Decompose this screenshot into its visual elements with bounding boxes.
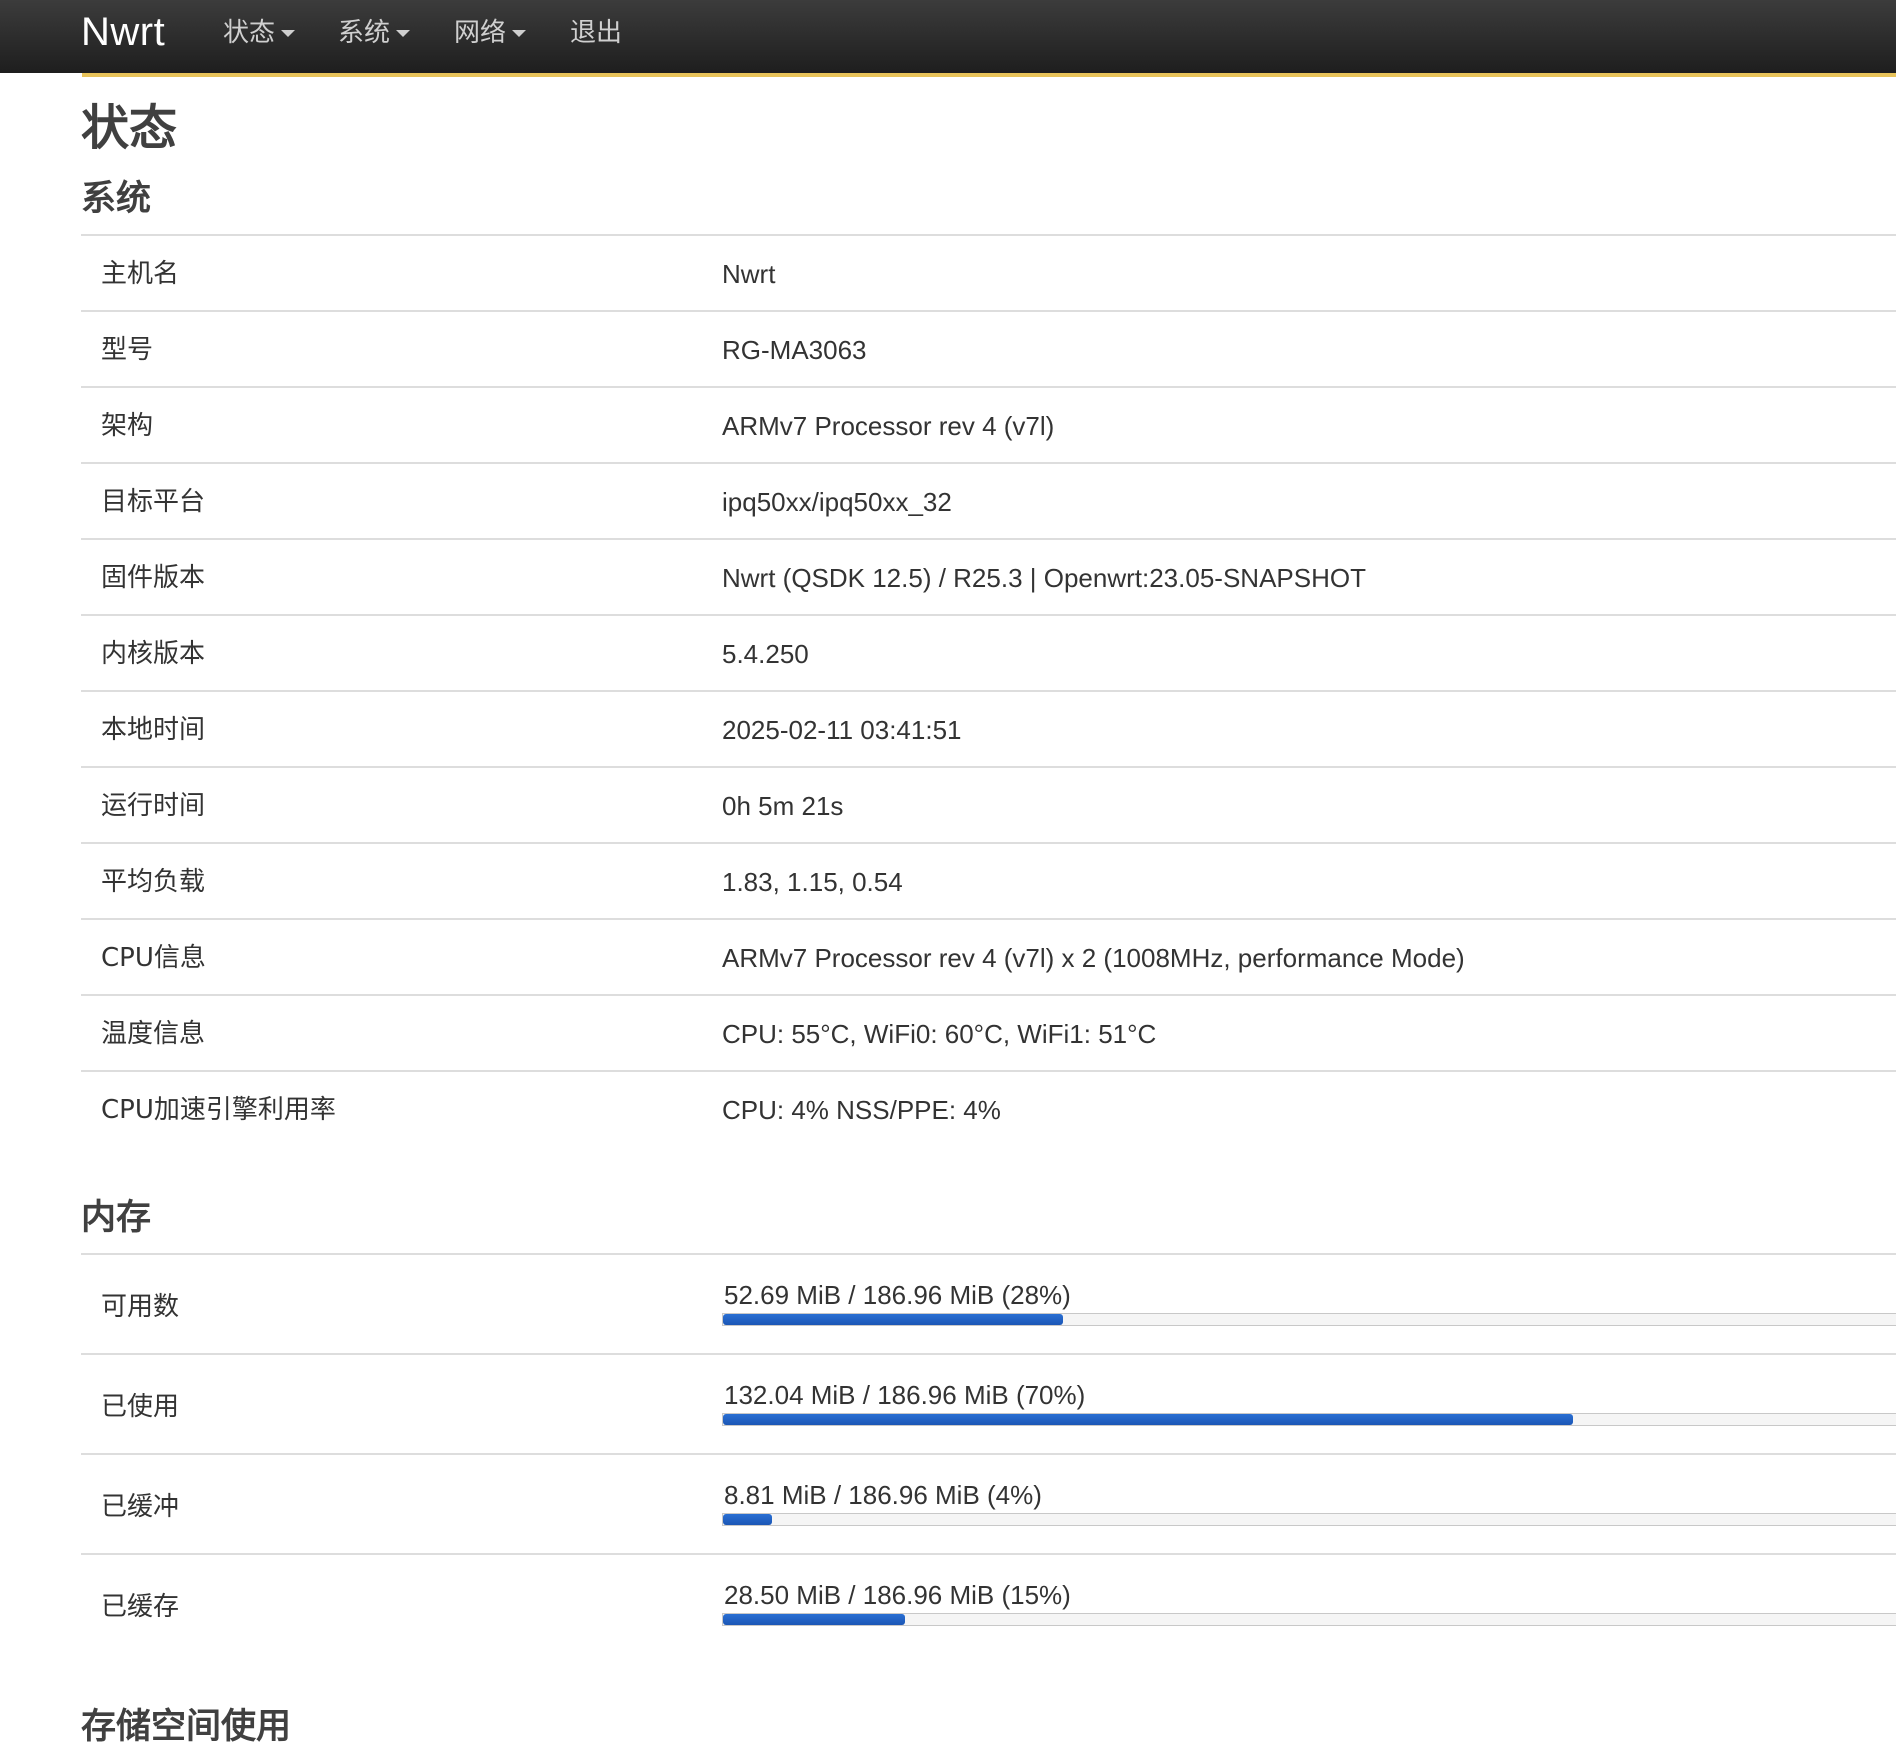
divider [81,994,1896,996]
info-row-label: CPU信息 [101,943,206,973]
top-navbar: Nwrt 状态 系统 网络 退出 [0,0,1896,73]
navbar-accent-line [82,73,1896,77]
info-row-label: 固件版本 [101,563,206,593]
divider [81,690,1896,692]
info-row-value: RG-MA3063 [722,335,867,365]
memory-row-label: 可用数 [101,1292,180,1322]
memory-bar-text: 132.04 MiB / 186.96 MiB (70%) [724,1380,1086,1410]
nav-menu-status[interactable]: 状态 [223,10,296,56]
nav-menu-system-label: 系统 [338,18,391,48]
info-row-value: CPU: 55°C, WiFi0: 60°C, WiFi1: 51°C [722,1019,1157,1049]
divider [81,1253,1896,1255]
info-row-label: 平均负载 [101,867,206,897]
memory-row-label: 已缓存 [101,1592,180,1622]
info-row-label: 内核版本 [101,639,206,669]
info-row-value: Nwrt (QSDK 12.5) / R25.3 | Openwrt:23.05… [722,563,1366,593]
divider [81,462,1896,464]
divider [81,1070,1896,1072]
memory-progress-fill [723,1614,905,1625]
info-row-value: 5.4.250 [722,639,809,669]
divider [81,310,1896,312]
divider [81,234,1896,236]
info-row-label: 运行时间 [101,791,206,821]
info-row-value: 0h 5m 21s [722,791,844,821]
memory-progress-bar [722,1313,1896,1326]
memory-row-label: 已缓冲 [101,1492,180,1522]
divider [81,918,1896,920]
info-row-value: ipq50xx/ipq50xx_32 [722,487,952,517]
memory-progress-fill [723,1314,1063,1325]
info-row-value: 1.83, 1.15, 0.54 [722,867,903,897]
memory-progress-fill [723,1514,772,1525]
info-row-label: 型号 [101,335,154,365]
info-row-value: ARMv7 Processor rev 4 (v7l) x 2 (1008MHz… [722,943,1465,973]
nav-logout[interactable]: 退出 [570,10,622,56]
nav-menu-network[interactable]: 网络 [454,10,527,56]
info-row-label: 本地时间 [101,715,206,745]
divider [81,842,1896,844]
info-row-value: Nwrt [722,259,776,289]
memory-progress-fill [723,1414,1573,1425]
caret-down-icon [281,30,296,37]
info-row-label: CPU加速引擎利用率 [101,1095,336,1125]
page-title: 状态 [81,100,178,156]
memory-progress-bar [722,1413,1896,1426]
info-row-label: 目标平台 [101,487,206,517]
info-row-value: ARMv7 Processor rev 4 (v7l) [722,411,1055,441]
divider [81,386,1896,388]
section-title-storage: 存储空间使用 [81,1707,292,1747]
divider [81,1353,1896,1355]
memory-progress-bar [722,1513,1896,1526]
nav-menu-status-label: 状态 [223,18,276,48]
memory-row-label: 已使用 [101,1392,180,1422]
info-row-label: 主机名 [101,259,180,289]
section-title-memory: 内存 [81,1198,152,1238]
brand-logo[interactable]: Nwrt [81,4,165,60]
info-row-value: 2025-02-11 03:41:51 [722,715,962,745]
info-row-label: 温度信息 [101,1019,206,1049]
divider [81,766,1896,768]
nav-menu-system[interactable]: 系统 [338,10,411,56]
divider [81,538,1896,540]
memory-bar-text: 52.69 MiB / 186.96 MiB (28%) [724,1280,1071,1310]
divider [81,1453,1896,1455]
memory-bar-text: 8.81 MiB / 186.96 MiB (4%) [724,1480,1042,1510]
section-title-system: 系统 [81,179,152,219]
nav-menu-network-label: 网络 [454,18,507,48]
divider [81,614,1896,616]
caret-down-icon [512,30,527,37]
info-row-value: CPU: 4% NSS/PPE: 4% [722,1095,1001,1125]
divider [81,1553,1896,1555]
caret-down-icon [396,30,411,37]
memory-bar-text: 28.50 MiB / 186.96 MiB (15%) [724,1580,1071,1610]
memory-progress-bar [722,1613,1896,1626]
info-row-label: 架构 [101,411,154,441]
nav-logout-label: 退出 [570,18,623,48]
